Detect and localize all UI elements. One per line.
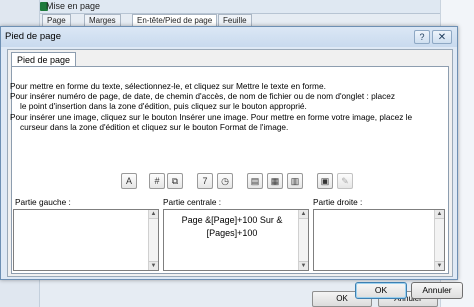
center-section-label: Partie centrale : (163, 197, 222, 207)
scroll-up-icon[interactable]: ▲ (435, 210, 444, 219)
close-button[interactable]: ✕ (432, 30, 452, 44)
format-picture-icon: ✎ (337, 173, 353, 189)
sheet-name-icon[interactable]: ▥ (287, 173, 303, 189)
center-section-scrollbar[interactable]: ▲ ▼ (298, 210, 308, 270)
scroll-down-icon[interactable]: ▼ (435, 261, 444, 270)
tab-footer[interactable]: Pied de page (11, 52, 77, 67)
scroll-up-icon[interactable]: ▲ (149, 210, 158, 219)
right-section-label: Partie droite : (313, 197, 363, 207)
instruction-line: curseur dans la zone d'édition et clique… (20, 121, 289, 132)
left-section-scrollbar[interactable]: ▲ ▼ (148, 210, 158, 270)
instructions-text: Pour mettre en forme du texte, sélection… (10, 81, 440, 132)
instruction-line: Pour insérer une image, cliquez sur le b… (10, 111, 413, 122)
scroll-down-icon[interactable]: ▼ (299, 261, 308, 270)
right-section-scrollbar[interactable]: ▲ ▼ (434, 210, 444, 270)
scroll-down-icon[interactable]: ▼ (149, 261, 158, 270)
dialog-title: Pied de page (5, 31, 61, 42)
help-button[interactable]: ? (414, 30, 430, 44)
page-setup-title: Mise en page (46, 1, 101, 11)
time-icon[interactable]: ◷ (217, 173, 233, 189)
page-number-icon[interactable]: # (149, 173, 165, 189)
instruction-line: Pour insérer numéro de page, de date, de… (10, 91, 396, 102)
footer-dialog: Pied de page ? ✕ Pied de page Pour mettr… (0, 26, 463, 299)
instruction-line: Pour mettre en forme du texte, sélection… (10, 81, 326, 91)
date-icon[interactable]: 7 (197, 173, 213, 189)
cancel-button[interactable]: Annuler (411, 282, 463, 299)
right-section-field[interactable]: ▲ ▼ (313, 209, 445, 271)
left-section-field[interactable]: ▲ ▼ (13, 209, 159, 271)
center-section-value[interactable]: Page &[Page]+100 Sur &[Pages]+100 (168, 214, 296, 240)
dialog-titlebar[interactable]: Pied de page ? ✕ (1, 27, 457, 47)
page-count-icon[interactable]: ⧉ (167, 173, 183, 189)
instruction-line: le point d'insertion dans la zone d'édit… (20, 101, 307, 112)
file-name-icon[interactable]: ▦ (267, 173, 283, 189)
insert-picture-icon[interactable]: ▣ (317, 173, 333, 189)
scroll-up-icon[interactable]: ▲ (299, 210, 308, 219)
format-text-icon[interactable]: A (121, 173, 137, 189)
file-path-icon[interactable]: ▤ (247, 173, 263, 189)
center-section-field[interactable]: Page &[Page]+100 Sur &[Pages]+100 ▲ ▼ (163, 209, 309, 271)
left-section-label: Partie gauche : (15, 197, 71, 207)
ok-button[interactable]: OK (355, 282, 407, 299)
